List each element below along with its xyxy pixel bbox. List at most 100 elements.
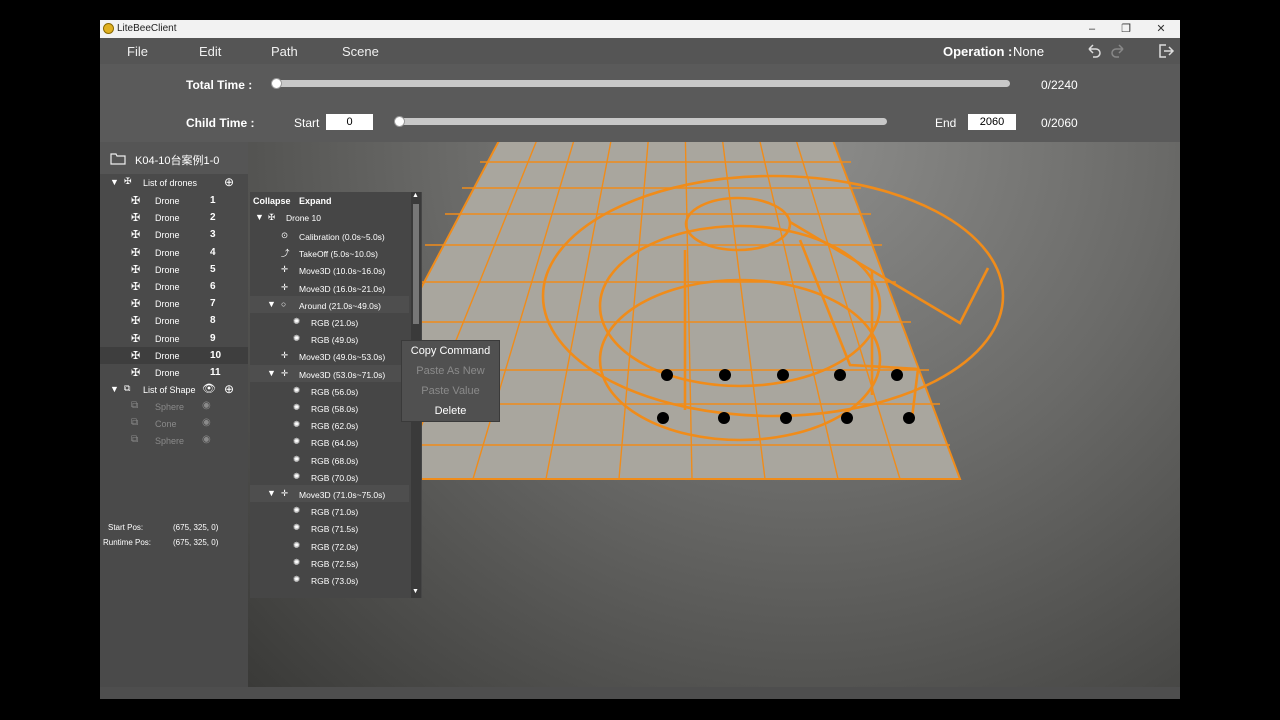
- command-row[interactable]: ✛ Move3D (10.0s~16.0s): [250, 261, 409, 278]
- command-row[interactable]: ✺ RGB (68.0s): [250, 451, 409, 468]
- command-row[interactable]: ✺ RGB (62.0s): [250, 416, 409, 433]
- command-row[interactable]: ✺ RGB (58.0s): [250, 399, 409, 416]
- drone-list-item[interactable]: ✠ Drone 1: [100, 192, 248, 209]
- command-row[interactable]: ▼ ✛ Move3D (53.0s~71.0s): [250, 364, 409, 382]
- child-time-slider[interactable]: [394, 116, 887, 127]
- menu-edit[interactable]: Edit: [199, 44, 221, 59]
- command-row[interactable]: ✛ Move3D (49.0s~53.0s): [250, 347, 409, 364]
- expand-button[interactable]: Expand: [299, 196, 332, 206]
- command-row[interactable]: ✺ RGB (72.0s): [250, 537, 409, 554]
- exit-icon[interactable]: [1157, 42, 1175, 60]
- command-label: TakeOff (5.0s~10.0s): [299, 249, 378, 260]
- visibility-eye-icon[interactable]: ◉: [202, 417, 211, 428]
- drone-marker: [719, 369, 731, 381]
- drone-list-item[interactable]: ✠ Drone 9: [100, 330, 248, 347]
- drone-list-item[interactable]: ✠ Drone 11: [100, 364, 248, 381]
- total-time-label: Total Time :: [186, 78, 253, 92]
- drone-list-item[interactable]: ✠ Drone 4: [100, 244, 248, 261]
- drone-number: 10: [210, 349, 222, 361]
- drone-list-item[interactable]: ✠ Drone 3: [100, 226, 248, 243]
- scroll-down-icon[interactable]: ▼: [412, 588, 419, 595]
- move-icon: ✛: [281, 488, 289, 498]
- collapse-arrow-icon[interactable]: ▼: [267, 488, 276, 498]
- command-row[interactable]: ✺ RGB (72.5s): [250, 554, 409, 571]
- drone-list-header[interactable]: ▼ ✠ List of drones ⊕: [100, 174, 248, 191]
- drone-number: 9: [210, 332, 216, 344]
- shape-list-item[interactable]: ⧉ Cone ◉: [100, 415, 248, 432]
- command-row[interactable]: ✺ RGB (21.0s): [250, 313, 409, 330]
- command-label: RGB (71.5s): [311, 524, 359, 535]
- minimize-button[interactable]: –: [1082, 21, 1102, 37]
- drone-list-item[interactable]: ✠ Drone 5: [100, 261, 248, 278]
- folder-icon: [110, 153, 126, 165]
- visibility-eye-icon[interactable]: ◉: [202, 434, 211, 445]
- shape-list-item[interactable]: ⧉ Sphere ◉: [100, 398, 248, 415]
- context-menu: Copy Command Paste As New Paste Value Delet…: [401, 340, 500, 422]
- add-drone-icon[interactable]: ⊕: [224, 175, 234, 189]
- project-row[interactable]: K04-10台案例1-0: [100, 142, 248, 174]
- start-input[interactable]: 0: [326, 114, 373, 130]
- shape-list-header[interactable]: ▼ ⧉ List of Shape 👁 ⊕: [100, 381, 248, 398]
- scrollbar-thumb[interactable]: [413, 204, 419, 324]
- collapse-arrow-icon[interactable]: ▼: [255, 212, 264, 222]
- command-row[interactable]: ⊙ Calibration (0.0s~5.0s): [250, 227, 409, 244]
- drone-label: Drone: [155, 299, 180, 310]
- command-row[interactable]: ✺ RGB (73.0s): [250, 571, 409, 588]
- command-row[interactable]: ✛ Move3D (16.0s~21.0s): [250, 279, 409, 296]
- visibility-eye-icon[interactable]: ◉: [202, 400, 211, 411]
- menu-path[interactable]: Path: [271, 44, 298, 59]
- command-row[interactable]: ✺ RGB (56.0s): [250, 382, 409, 399]
- undo-icon[interactable]: [1085, 42, 1103, 60]
- palette-icon: ✺: [293, 419, 301, 430]
- collapse-arrow-icon[interactable]: ▼: [267, 368, 276, 378]
- command-row[interactable]: ✺ RGB (71.5s): [250, 519, 409, 536]
- palette-icon: ✺: [293, 316, 301, 326]
- drone-list-title: List of drones: [143, 178, 198, 188]
- command-row[interactable]: ▼ ✛ Move3D (71.0s~75.0s): [250, 485, 409, 502]
- end-input[interactable]: 2060: [968, 114, 1016, 130]
- shape-icon: ⧉: [124, 383, 131, 393]
- command-row[interactable]: ⤴ TakeOff (5.0s~10.0s): [250, 244, 409, 261]
- child-time-handle[interactable]: [394, 116, 405, 127]
- command-label: RGB (21.0s): [311, 318, 359, 328]
- drone-list-item[interactable]: ✠ Drone 10: [100, 346, 248, 364]
- takeoff-icon: ⤴: [281, 248, 290, 259]
- drone-list-item[interactable]: ✠ Drone 7: [100, 295, 248, 312]
- drone-list-item[interactable]: ✠ Drone 8: [100, 312, 248, 329]
- collapse-arrow-icon[interactable]: ▼: [110, 384, 119, 394]
- drone-list-item[interactable]: ✠ Drone 2: [100, 209, 248, 226]
- command-label: Move3D (49.0s~53.0s): [299, 352, 386, 363]
- command-row[interactable]: ▼ ○ Around (21.0s~49.0s): [250, 295, 409, 313]
- context-menu-item[interactable]: Delete: [402, 401, 499, 421]
- total-time-handle[interactable]: [271, 78, 282, 89]
- redo-icon[interactable]: [1109, 42, 1127, 60]
- command-label: RGB (71.0s): [311, 507, 359, 518]
- palette-icon: ✺: [293, 470, 301, 481]
- menu-scene[interactable]: Scene: [342, 44, 379, 59]
- drone-icon: ✠: [131, 195, 141, 207]
- shape-list-item[interactable]: ⧉ Sphere ◉: [100, 432, 248, 449]
- collapse-arrow-icon[interactable]: ▼: [110, 177, 119, 187]
- add-shape-icon[interactable]: ⊕: [224, 382, 234, 396]
- command-row[interactable]: ✺ RGB (49.0s): [250, 330, 409, 347]
- total-time-slider[interactable]: [271, 78, 1010, 89]
- command-root-row[interactable]: ▼ ✠ Drone 10: [250, 209, 409, 226]
- command-label: RGB (64.0s): [311, 438, 359, 449]
- command-row[interactable]: ✺ RGB (64.0s): [250, 433, 409, 450]
- collapse-button[interactable]: Collapse: [253, 196, 291, 206]
- maximize-button[interactable]: ❐: [1116, 21, 1136, 37]
- command-row[interactable]: ✺ RGB (70.0s): [250, 468, 409, 485]
- drone-list-item[interactable]: ✠ Drone 6: [100, 278, 248, 295]
- drone-marker: [777, 369, 789, 381]
- app-window: LiteBeeClient – ❐ ✕ File Edit Path Scene…: [100, 20, 1180, 699]
- scroll-up-icon[interactable]: ▲: [412, 192, 419, 199]
- menu-file[interactable]: File: [127, 44, 148, 59]
- move-icon: ✛: [281, 350, 289, 361]
- command-label: RGB (49.0s): [311, 335, 359, 346]
- visibility-eye-icon[interactable]: 👁: [202, 382, 216, 395]
- context-menu-item[interactable]: Copy Command: [402, 341, 499, 361]
- shape-list-title: List of Shape: [143, 385, 196, 395]
- close-button[interactable]: ✕: [1151, 21, 1171, 37]
- collapse-arrow-icon[interactable]: ▼: [267, 299, 276, 309]
- command-row[interactable]: ✺ RGB (71.0s): [250, 502, 409, 519]
